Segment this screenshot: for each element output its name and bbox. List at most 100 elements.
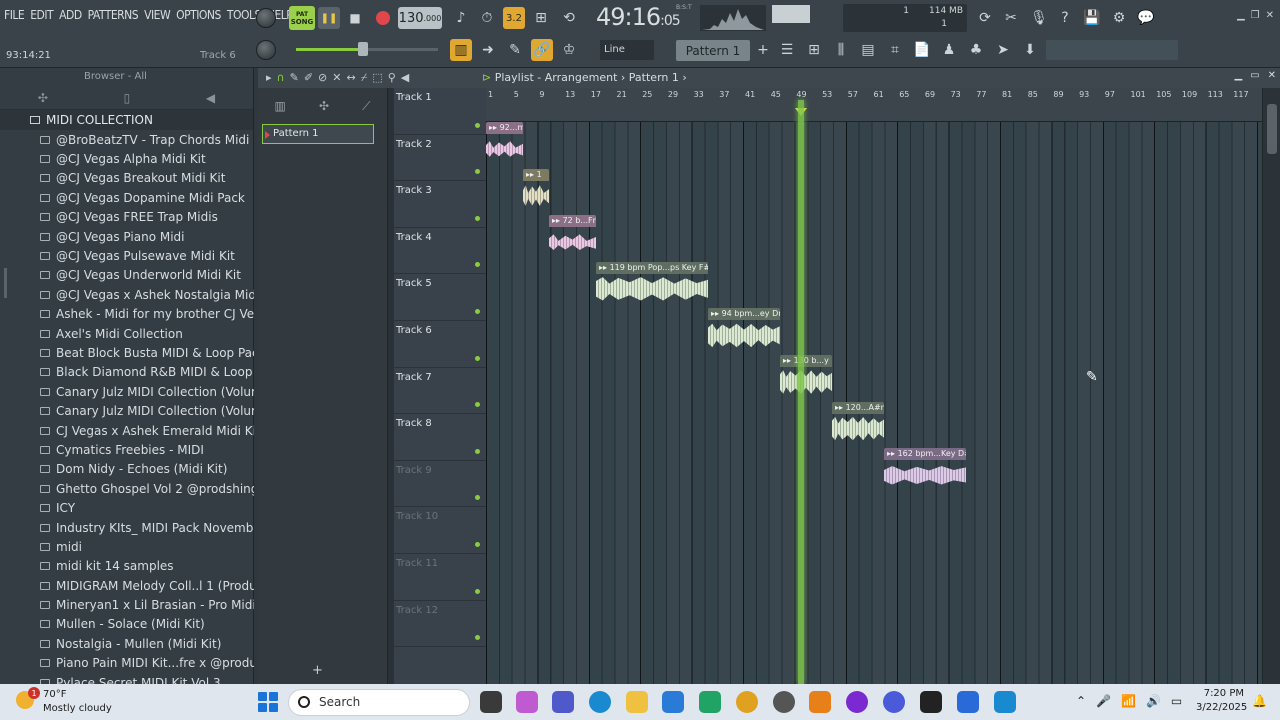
track-header[interactable]: Track 3 [394,181,486,228]
notification-icon[interactable]: 🔔 [1252,694,1267,708]
browser-folder-item[interactable]: @CJ Vegas Underworld Midi Kit [0,266,254,285]
track-header[interactable]: Track 9 [394,461,486,508]
playlist-minimize-icon[interactable]: ▁ [1234,70,1242,81]
browser-folder-item[interactable]: Cymatics Freebies - MIDI [0,440,254,459]
browser-folder-item[interactable]: @CJ Vegas Breakout Midi Kit [0,169,254,188]
link-icon[interactable]: 🔗 [531,39,553,61]
playlist-close-icon[interactable]: ✕ [1268,70,1276,81]
playlist-maximize-icon[interactable]: ▭ [1250,70,1259,81]
loop-record-icon[interactable]: ⟲ [558,7,580,29]
audio-clip[interactable]: ▸▸ 162 bpm...Key D# [884,448,966,488]
select-icon[interactable]: ⬚ [372,71,382,85]
track-header[interactable]: Track 11 [394,554,486,601]
cut-icon[interactable]: ✂ [1000,7,1022,29]
master-pitch-knob[interactable] [256,40,276,60]
scroll-thumb[interactable] [1267,104,1277,154]
browser-folder-item[interactable]: Mineryan1 x Lil Brasian - Pro Midis [0,595,254,614]
chrome-icon[interactable] [736,691,758,713]
track-mute-led[interactable] [475,262,480,268]
battery-icon[interactable]: ▭ [1171,694,1182,708]
browser-folder-item[interactable]: @CJ Vegas x Ashek Nostalgia Midi Kit [0,285,254,304]
minimize-icon[interactable]: ▁ [1237,10,1245,21]
cloud-app-icon[interactable] [957,691,979,713]
help-icon[interactable]: ? [1054,7,1076,29]
browser-folder-item[interactable]: Canary Julz MIDI Collection (Volume 1) [0,382,254,401]
metronome-icon[interactable]: ♪ [450,7,472,29]
browser-tab-speaker-icon[interactable]: ◀ [206,91,215,105]
taskbar-clock[interactable]: 7:20 PM 3/22/2025 [1196,687,1247,715]
record-button[interactable] [372,7,394,29]
track-header[interactable]: Track 8 [394,414,486,461]
chevron-up-icon[interactable]: ⌃ [1076,694,1086,708]
link-clip-icon[interactable]: ⟋ [362,99,370,114]
audio-clip[interactable]: ▸▸ 130 b...y D [780,355,832,395]
pattern-view-icon[interactable]: ▤ [857,39,879,61]
step-edit-icon[interactable]: ⊞ [530,7,552,29]
track-header[interactable]: Track 12 [394,601,486,648]
play-pause-button[interactable]: ❚❚ [318,7,340,29]
browser-folder-item[interactable]: Black Diamond R&B MIDI & Loop Pack [0,363,254,382]
track-header[interactable]: Track 10 [394,507,486,554]
browser-folder-item[interactable]: MIDIGRAM Melody Coll..l 1 (Producergrind… [0,576,254,595]
browser-folder-item[interactable]: Piano Pain MIDI Kit...fre x @producedbyk… [0,654,254,673]
chat-icon[interactable]: 💬 [1135,7,1157,29]
track-mute-led[interactable] [475,495,480,501]
wifi-icon[interactable]: 📶 [1121,694,1136,708]
track-mute-led[interactable] [475,122,480,128]
pencil-tool-icon[interactable]: ✎ [290,71,299,85]
menu-edit[interactable]: EDIT [30,8,53,28]
copilot-icon[interactable] [516,691,538,713]
browser-folder-item[interactable]: Axel's Midi Collection [0,324,254,343]
track-mute-led[interactable] [475,215,480,221]
playlist-icon[interactable]: ☰ [776,39,798,61]
store-icon[interactable] [662,691,684,713]
mic-tray-icon[interactable]: 🎤 [1096,694,1111,708]
track-header[interactable]: Track 4 [394,228,486,275]
delete-icon[interactable]: ⊘ [318,71,327,85]
arrow-icon[interactable]: ➜ [477,39,499,61]
download-icon[interactable]: ⬇ [1019,39,1041,61]
volume-icon[interactable]: 🔊 [1146,694,1161,708]
song-position-display[interactable]: 49:16:05 [596,3,688,33]
piano-roll-icon[interactable]: ▥ [450,39,472,61]
browser-folder-item[interactable]: ICY [0,498,254,517]
browser-icon[interactable]: 📄 [911,39,933,61]
browser-folder-item[interactable]: Ashek - Midi for my brother CJ Vegas [0,305,254,324]
browser-folder-item[interactable]: Mullen - Solace (Midi Kit) [0,615,254,634]
stop-button[interactable]: ■ [344,7,366,29]
zoom-icon[interactable]: ⚲ [388,71,396,85]
speaker-icon[interactable]: ◀ [401,71,409,85]
taskbar-search[interactable]: Search [288,689,470,716]
browser-folder-item[interactable]: Dom Nidy - Echoes (Midi Kit) [0,460,254,479]
menu-add[interactable]: ADD [59,8,82,28]
magnet-icon[interactable]: ∩ [277,71,285,85]
slice-icon[interactable]: ⌿ [361,71,368,85]
browser-scrollbar[interactable] [4,268,7,298]
menu-options[interactable]: OPTIONS [176,8,221,28]
capcut-icon[interactable] [920,691,942,713]
plugin-picker-icon[interactable]: ♟ [938,39,960,61]
paint-icon[interactable]: ✐ [304,71,313,85]
pattern-selector[interactable]: Pattern 1 [676,40,750,61]
track-mute-led[interactable] [475,588,480,594]
browser-folder-item[interactable]: @CJ Vegas Alpha Midi Kit [0,149,254,168]
browser-folder-item[interactable]: @CJ Vegas Dopamine Midi Pack [0,188,254,207]
track-header[interactable]: Track 6 [394,321,486,368]
menu-file[interactable]: FILE [4,8,25,28]
mixer-view-icon[interactable]: ⫼ [830,39,852,61]
audio-clip[interactable]: ▸▸ 94 bpm...ey Dm [708,308,780,348]
track-header[interactable]: Track 7 [394,368,486,415]
track-mute-led[interactable] [475,541,480,547]
browser-folder-item[interactable]: midi kit 14 samples [0,557,254,576]
menu-view[interactable]: VIEW [144,8,171,28]
task-view-icon[interactable] [480,691,502,713]
track-mute-led[interactable] [475,635,480,641]
microphone-icon[interactable]: 🎙 [1028,7,1050,29]
browser-folder-item[interactable]: @CJ Vegas Piano Midi [0,227,254,246]
fl-studio-icon[interactable] [809,691,831,713]
browser-folder-item[interactable]: Industry KIts_ MIDI Pack November [0,518,254,537]
discord-icon[interactable] [883,691,905,713]
browser-folder-item[interactable]: Canary Julz MIDI Collection (Volume 2) [0,401,254,420]
countdown-icon[interactable]: 3.2 [503,7,525,29]
browser-folder-item[interactable]: Beat Block Busta MIDI & Loop Pack [0,343,254,362]
